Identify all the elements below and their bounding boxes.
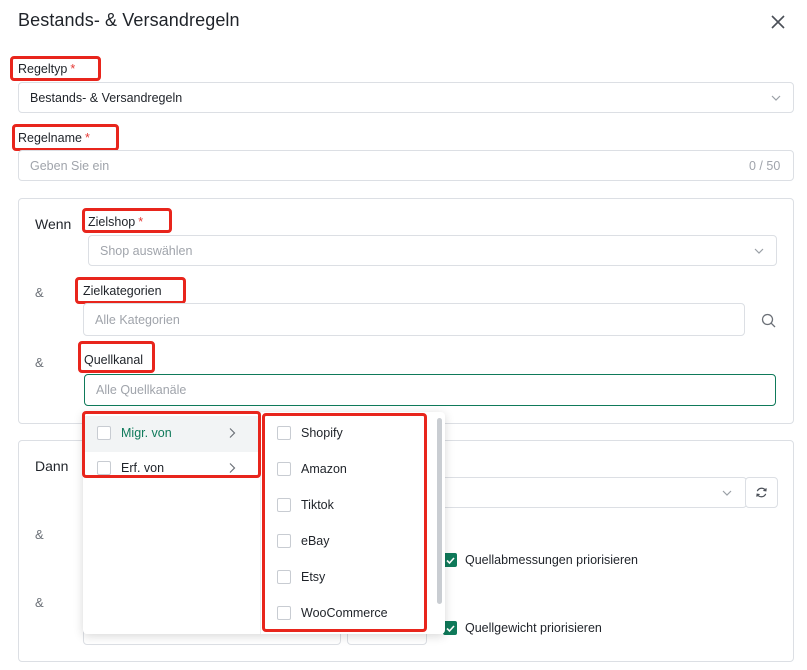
scrollbar[interactable] [437, 418, 442, 604]
quellkanal-input[interactable]: Alle Quellkanäle [84, 374, 776, 406]
highlight-box [82, 208, 172, 233]
checkbox-label: Quellgewicht priorisieren [465, 621, 602, 635]
check-icon [446, 625, 455, 633]
highlight-box [78, 341, 155, 373]
checkbox-checked[interactable] [443, 621, 457, 635]
zielshop-select[interactable]: Shop auswählen [88, 235, 777, 266]
and-operator: & [35, 355, 44, 370]
highlight-box [10, 56, 101, 81]
regeltyp-select[interactable]: Bestands- & Versandregeln [18, 82, 794, 113]
and-operator: & [35, 285, 44, 300]
close-icon[interactable] [768, 12, 788, 32]
highlight-box [12, 124, 119, 151]
highlight-box [262, 413, 427, 632]
regelname-input[interactable]: Geben Sie ein [18, 150, 794, 181]
quellgewicht-checkbox[interactable]: Quellgewicht priorisieren [443, 621, 602, 635]
char-counter: 0 / 50 [749, 159, 781, 173]
dann-heading: Dann [35, 458, 69, 474]
checkbox-label: Quellabmessungen priorisieren [465, 553, 639, 567]
chevron-down-icon [722, 490, 732, 496]
wenn-heading: Wenn [35, 216, 72, 232]
zielkategorien-input[interactable]: Alle Kategorien [83, 303, 745, 336]
and-operator: & [35, 595, 44, 610]
dann-select[interactable] [430, 477, 747, 508]
refresh-icon [756, 487, 767, 498]
check-icon [446, 557, 455, 565]
refresh-button[interactable] [745, 477, 778, 508]
dialog-title: Bestands- & Versandregeln [18, 10, 240, 30]
quellabmessungen-checkbox[interactable]: Quellabmessungen priorisieren [443, 553, 638, 567]
and-operator: & [35, 527, 44, 542]
search-icon[interactable] [761, 313, 776, 328]
highlight-box [82, 411, 261, 478]
highlight-box [75, 277, 186, 304]
checkbox-checked[interactable] [443, 553, 457, 567]
chevron-down-icon [771, 95, 781, 101]
chevron-down-icon [754, 248, 764, 254]
